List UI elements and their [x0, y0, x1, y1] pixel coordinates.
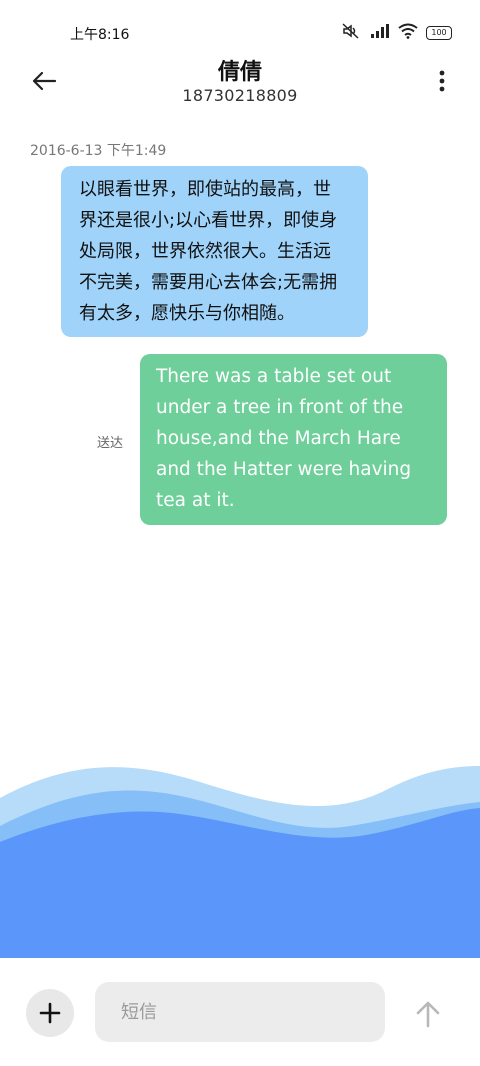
conversation-header: 倩倩 18730218809: [0, 52, 480, 112]
message-line: 不完美，需要用心去体会;无需拥: [79, 272, 338, 293]
more-vertical-icon: [439, 70, 445, 92]
message-line: house,and the March Hare: [156, 428, 401, 449]
wifi-icon: [398, 23, 418, 43]
arrow-up-icon: [416, 1001, 440, 1028]
message-input[interactable]: [95, 982, 385, 1042]
message-line: 有太多，愿快乐与你相随。: [79, 303, 295, 324]
contact-phone-number: 18730218809: [182, 86, 298, 105]
message-timestamp: 2016-6-13 下午1:49: [30, 143, 167, 159]
message-line: 以眼看世界，即使站的最高，世: [79, 179, 331, 200]
contact-name: 倩倩: [217, 60, 262, 85]
message-line: There was a table set out: [156, 366, 392, 387]
signal-icon: [370, 23, 390, 43]
send-button[interactable]: [408, 994, 448, 1034]
outgoing-message-bubble[interactable]: There was a table set out under a tree i…: [140, 354, 447, 525]
more-options-button[interactable]: [430, 66, 454, 96]
status-icons: 100: [340, 22, 452, 44]
wave-background: [0, 766, 480, 960]
delivery-status: 送达: [97, 436, 124, 451]
battery-icon: 100: [426, 26, 452, 40]
message-line: tea at it.: [156, 490, 235, 511]
mute-icon: [340, 22, 362, 44]
message-line: 界还是很小;以心看世界，即使身: [79, 210, 338, 231]
message-line: 处局限，世界依然很大。生活远: [79, 241, 331, 262]
add-attachment-button[interactable]: [26, 989, 74, 1037]
incoming-message-bubble[interactable]: 以眼看世界，即使站的最高，世 界还是很小;以心看世界，即使身 处局限，世界依然很…: [61, 166, 368, 337]
status-time: 上午8:16: [70, 27, 130, 43]
message-line: and the Hatter were having: [156, 459, 412, 480]
plus-icon: [39, 1002, 61, 1024]
message-line: under a tree in front of the: [156, 397, 404, 418]
